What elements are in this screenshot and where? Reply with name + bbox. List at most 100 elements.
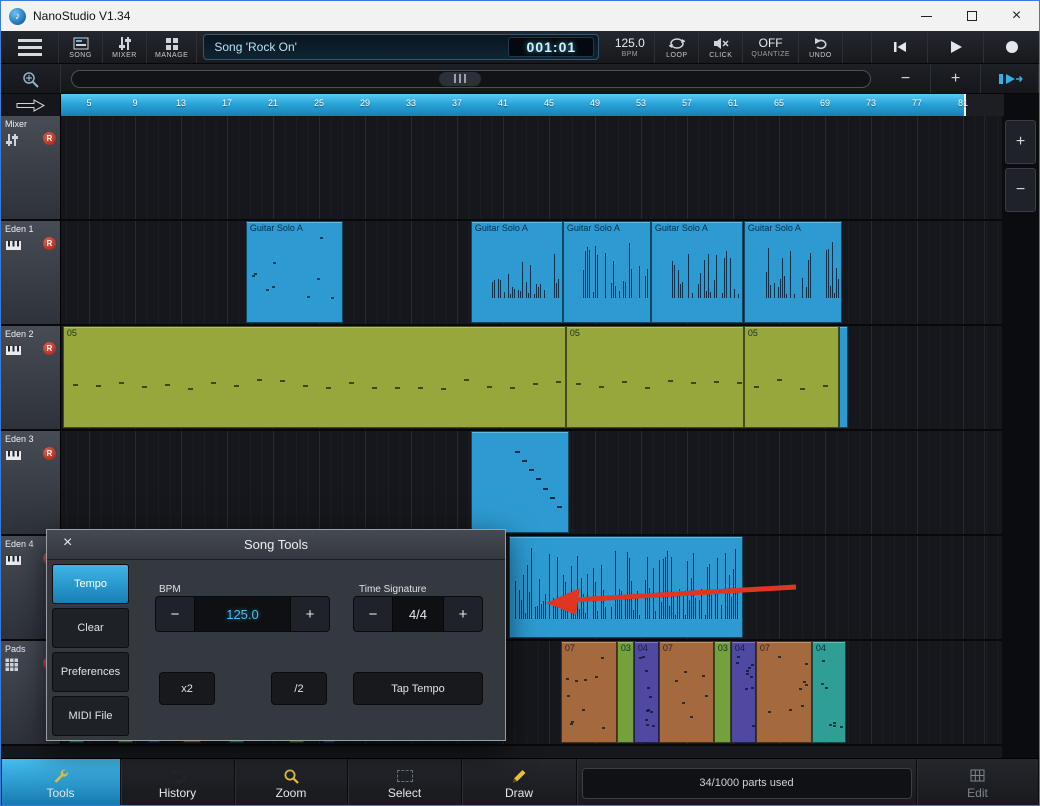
timeline-ruler[interactable]: 5913172125293337414549535761656973778185 [61, 94, 1004, 116]
close-button[interactable]: × [994, 1, 1039, 31]
clip-note [528, 293, 529, 298]
bpm-stepper: − 125.0 + [155, 596, 330, 632]
clip-guitar-solo-a[interactable]: Guitar Solo A [744, 221, 842, 323]
follow-playhead-button[interactable] [981, 64, 1039, 93]
draw-button[interactable]: Draw [462, 759, 577, 806]
clip-guitar-solo-a[interactable]: Guitar Solo A [651, 221, 743, 323]
track-header-mixer[interactable]: MixerR [1, 116, 61, 221]
clip-note [633, 610, 634, 620]
track-lane-eden-1[interactable]: Guitar Solo AGuitar Solo AGuitar Solo AG… [61, 221, 1002, 326]
click-button[interactable]: CLICK [699, 31, 743, 63]
bpm-increment-button[interactable]: + [291, 597, 329, 631]
track-name: Eden 3 [5, 434, 34, 444]
menu-button[interactable] [1, 31, 59, 63]
track-zoom-in-button[interactable]: + [1005, 120, 1036, 164]
zoom-pan-tool-button[interactable] [1, 64, 61, 93]
maximize-button[interactable] [949, 1, 994, 31]
track-header-eden-1[interactable]: Eden 1R [1, 221, 61, 326]
tap-tempo-button[interactable]: Tap Tempo [353, 672, 483, 705]
clip-05[interactable]: 05 [744, 326, 839, 428]
bpm-display[interactable]: 125.0 BPM [605, 31, 655, 63]
clip-note [504, 292, 505, 298]
clip[interactable] [471, 431, 569, 533]
clip-03[interactable]: 03 [617, 641, 634, 743]
clip-note [642, 656, 645, 658]
clip-note [587, 247, 588, 298]
clip-guitar-solo-a[interactable]: Guitar Solo A [246, 221, 343, 323]
record-arm-button[interactable]: R [43, 447, 56, 460]
tools-button[interactable]: Tools [1, 759, 121, 806]
manage-button[interactable]: MANAGE [147, 31, 197, 63]
loop-button[interactable]: LOOP [655, 31, 699, 63]
clip-note [805, 663, 808, 665]
bpm-decrement-button[interactable]: − [156, 597, 194, 631]
goto-start-button[interactable] [1, 94, 61, 116]
timesig-decrement-button[interactable]: − [354, 597, 392, 631]
clip-04[interactable]: 04 [731, 641, 756, 743]
clip-note [768, 711, 771, 713]
scrollbar-handle[interactable] [439, 72, 481, 86]
zoom-out-button[interactable]: − [881, 64, 931, 93]
clip-05[interactable]: 05 [63, 326, 566, 428]
bpm-field-label: BPM [159, 584, 181, 595]
clip[interactable] [839, 326, 848, 428]
track-lane-eden-3[interactable] [61, 431, 1002, 536]
clip-note [331, 297, 334, 299]
rewind-button[interactable] [871, 31, 927, 63]
track-header-eden-3[interactable]: Eden 3 R [1, 431, 61, 536]
clip[interactable] [509, 536, 743, 638]
clip-note [821, 683, 824, 685]
clip-05[interactable]: 05 [566, 326, 744, 428]
edit-button[interactable]: Edit [917, 759, 1039, 806]
clip-note [672, 261, 673, 298]
clip-note [822, 660, 825, 662]
clip-03[interactable]: 03 [714, 641, 731, 743]
clip-note [679, 589, 680, 619]
clip-note [706, 291, 707, 298]
clip-07[interactable]: 07 [561, 641, 617, 743]
clip-note [683, 593, 684, 620]
timesig-increment-button[interactable]: + [444, 597, 482, 631]
timeline-scrollbar[interactable] [71, 70, 871, 88]
ruler-tick: 21 [268, 98, 278, 108]
clip-note [673, 596, 674, 619]
undo-button[interactable]: UNDO [799, 31, 843, 63]
zoom-button[interactable]: Zoom [235, 759, 348, 806]
clip-note [810, 253, 811, 298]
clip-note [688, 254, 689, 299]
clip-04[interactable]: 04 [634, 641, 659, 743]
track-name: Pads [5, 644, 26, 654]
dialog-titlebar[interactable]: × Song Tools [47, 530, 505, 560]
tempo-half-button[interactable]: /2 [271, 672, 327, 705]
play-button[interactable] [927, 31, 983, 63]
record-arm-button[interactable]: R [43, 342, 56, 355]
clip-note [441, 388, 446, 390]
mixer-view-button[interactable]: MIXER [103, 31, 147, 63]
track-lane-mixer[interactable] [61, 116, 1002, 221]
tempo-double-button[interactable]: x2 [159, 672, 215, 705]
history-button[interactable]: History [121, 759, 235, 806]
quantize-display[interactable]: OFF QUANTIZE [743, 31, 799, 63]
clip-04[interactable]: 04 [812, 641, 846, 743]
minimize-button[interactable] [904, 1, 949, 31]
record-arm-button[interactable]: R [43, 237, 56, 250]
clip-note [803, 681, 806, 683]
clip-note [536, 478, 541, 480]
clip-guitar-solo-a[interactable]: Guitar Solo A [471, 221, 563, 323]
zoom-in-button[interactable]: + [931, 64, 981, 93]
record-button[interactable] [983, 31, 1039, 63]
clip-note [801, 705, 804, 707]
clip-07[interactable]: 07 [756, 641, 812, 743]
minimize-icon [921, 16, 932, 17]
song-display[interactable]: Song 'Rock On' 001:01 [203, 34, 599, 60]
song-view-button[interactable]: SONG [59, 31, 103, 63]
track-lane-eden-2[interactable]: 050505 [61, 326, 1002, 431]
select-button[interactable]: Select [348, 759, 462, 806]
dialog-close-button[interactable]: × [57, 534, 78, 552]
track-zoom-out-button[interactable]: − [1005, 168, 1036, 212]
synth-icon [5, 343, 22, 361]
clip-guitar-solo-a[interactable]: Guitar Solo A [563, 221, 651, 323]
clip-07[interactable]: 07 [659, 641, 714, 743]
record-arm-button[interactable]: R [43, 132, 56, 145]
track-header-eden-2[interactable]: Eden 2R [1, 326, 61, 431]
